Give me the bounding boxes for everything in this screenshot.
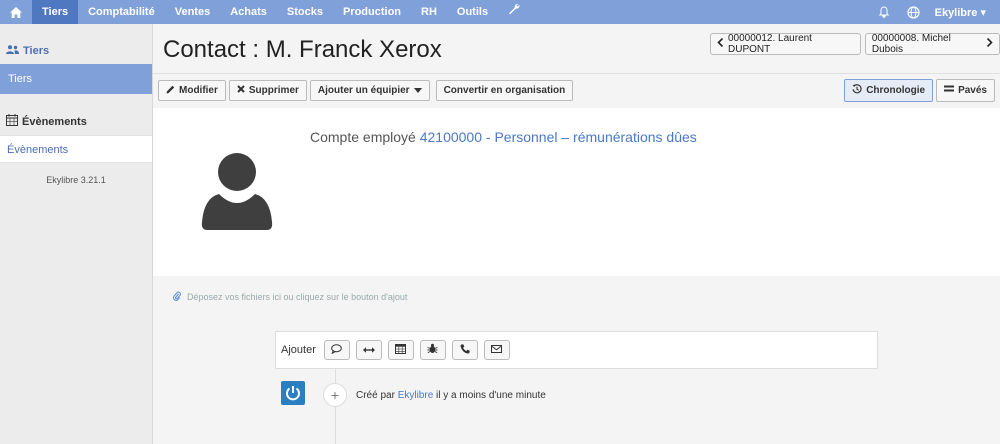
home-icon[interactable] [0, 0, 32, 24]
ekylibre-logo [281, 381, 305, 405]
timeline-author-link[interactable]: Ekylibre [398, 390, 434, 401]
wrench-icon[interactable] [498, 0, 530, 24]
nav-tiers[interactable]: Tiers [32, 0, 79, 24]
employee-account-link[interactable]: 42100000 - Personnel – rémunérations dûe… [420, 129, 697, 145]
sidebar-item-events[interactable]: Évènements [0, 135, 152, 163]
delete-label: Supprimer [248, 85, 299, 96]
calendar-icon [6, 114, 18, 129]
add-comment-button[interactable] [323, 340, 350, 360]
page-title: Contact : M. Franck Xerox [163, 36, 442, 63]
view-switcher: Chronologie Pavés [844, 79, 995, 102]
close-icon [237, 85, 245, 96]
add-label: Ajouter [281, 344, 316, 356]
timeline-entry: Créé par Ekylibre il y a moins d'une min… [356, 390, 546, 401]
sidebar: Tiers Tiers Évènements Évènements Ekylib… [0, 24, 153, 444]
add-event-bar: Ajouter [275, 331, 878, 369]
caret-down-icon [413, 85, 422, 96]
sidebar-item-tiers[interactable]: Tiers [0, 64, 152, 94]
edit-label: Modifier [179, 85, 218, 96]
add-team-member-label: Ajouter un équipier [317, 85, 410, 96]
dropzone-text: Déposez vos fichiers ici ou cliquez sur … [187, 292, 408, 302]
add-call-button[interactable] [451, 340, 478, 360]
contact-card: Compte employé 42100000 - Personnel – ré… [153, 108, 1000, 276]
add-issue-button[interactable] [419, 340, 446, 360]
add-email-button[interactable] [483, 340, 510, 360]
app-version: Ekylibre 3.21.1 [46, 175, 106, 185]
nav-ventes[interactable]: Ventes [165, 0, 220, 24]
next-record-button[interactable]: 00000008. Michel Dubois [864, 33, 1000, 55]
history-icon [852, 84, 862, 97]
header-divider [153, 73, 1000, 74]
sidebar-section-tiers: Tiers [0, 37, 152, 64]
user-name: Ekylibre [934, 6, 978, 19]
sidebar-section-label: Évènements [22, 115, 87, 128]
previous-record-button[interactable]: 00000012. Laurent DUPONT [710, 33, 861, 55]
bell-icon[interactable] [869, 0, 899, 24]
paperclip-icon [173, 291, 181, 303]
record-pager: 00000012. Laurent DUPONT 00000008. Miche… [710, 33, 1000, 55]
action-toolbar: Modifier Supprimer Ajouter un équipier C… [158, 80, 574, 101]
created-by-label: Créé par [356, 390, 395, 401]
calendar-icon [395, 343, 407, 357]
sidebar-section-events: Évènements [0, 108, 152, 135]
phone-icon [460, 343, 470, 357]
comment-icon [331, 343, 343, 357]
caret-down-icon: ▾ [977, 6, 986, 19]
globe-icon[interactable] [899, 0, 929, 24]
nav-production[interactable]: Production [333, 0, 411, 24]
nav-rh[interactable]: RH [411, 0, 447, 24]
arrows-horizontal-icon [362, 344, 375, 356]
chevron-right-icon [986, 37, 993, 50]
nav-comptabilite[interactable]: Comptabilité [78, 0, 165, 24]
bug-icon [427, 343, 439, 357]
edit-button[interactable]: Modifier [158, 80, 226, 101]
nav-achats[interactable]: Achats [220, 0, 277, 24]
add-team-member-dropdown[interactable]: Ajouter un équipier [309, 80, 430, 101]
users-icon [6, 44, 19, 57]
nav-stocks[interactable]: Stocks [277, 0, 333, 24]
top-navbar: Tiers Comptabilité Ventes Achats Stocks … [0, 0, 1000, 24]
nav-outils[interactable]: Outils [447, 0, 498, 24]
employee-account: Compte employé 42100000 - Personnel – ré… [310, 129, 697, 145]
delete-button[interactable]: Supprimer [228, 80, 307, 101]
avatar [201, 152, 273, 233]
pencil-icon [166, 85, 175, 97]
timeline-view-button[interactable]: Chronologie [844, 79, 934, 102]
plus-icon[interactable]: + [323, 383, 347, 407]
timeline-label: Chronologie [866, 85, 926, 96]
timeline-time: il y a moins d'une minute [436, 390, 546, 401]
user-menu[interactable]: Ekylibre ▾ [929, 6, 1000, 19]
tiles-view-button[interactable]: Pavés [936, 79, 995, 102]
next-record-label: 00000008. Michel Dubois [871, 33, 951, 55]
main-content: Contact : M. Franck Xerox 00000012. Laur… [153, 24, 1000, 444]
chevron-left-icon [717, 37, 724, 50]
convert-label: Convertir en organisation [443, 85, 566, 96]
convert-to-organization-button[interactable]: Convertir en organisation [435, 80, 574, 101]
list-icon [944, 85, 955, 96]
previous-record-label: 00000012. Laurent DUPONT [728, 33, 812, 55]
tiles-label: Pavés [958, 85, 987, 96]
sidebar-section-label: Tiers [23, 44, 50, 57]
file-dropzone[interactable]: Déposez vos fichiers ici ou cliquez sur … [173, 291, 407, 303]
add-meeting-button[interactable] [387, 340, 414, 360]
envelope-icon [491, 344, 503, 356]
employee-account-label: Compte employé [310, 129, 416, 145]
add-exchange-button[interactable] [355, 340, 382, 360]
